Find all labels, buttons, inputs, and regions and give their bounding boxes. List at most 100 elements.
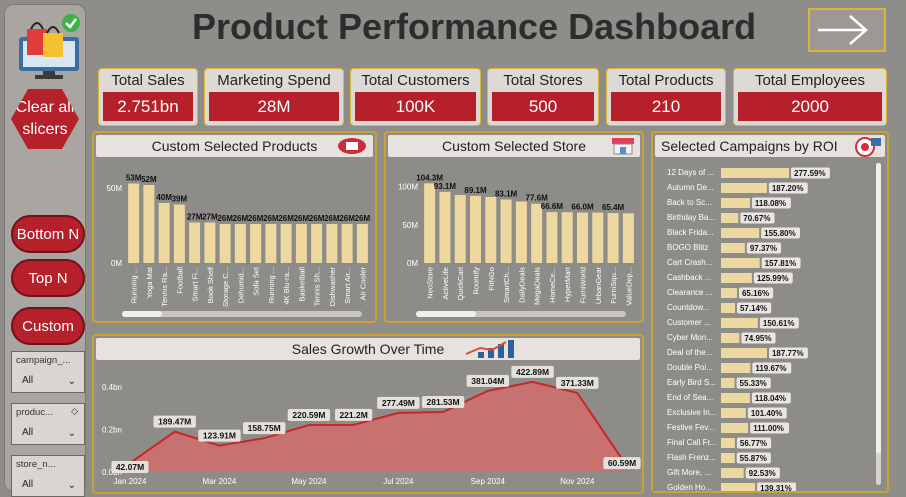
x-tick-label: Tennis Ra...	[160, 267, 169, 307]
data-label: 40M	[156, 193, 172, 202]
target-roi-icon	[855, 137, 881, 157]
store-chart-panel: Custom Selected Store 0M 50M 100M 104.3M Neo…	[384, 131, 644, 323]
data-label: 422.89M	[516, 367, 549, 377]
scrollbar-thumb[interactable]	[876, 163, 881, 453]
y-tick-label: 0M	[407, 259, 418, 268]
x-tick-label: Tennis Sh...	[313, 267, 322, 306]
scrollbar-thumb[interactable]	[122, 311, 162, 317]
bar	[204, 222, 216, 263]
bar	[280, 224, 292, 263]
shop-badge-icon	[338, 138, 366, 154]
shopping-bag-logo-icon	[19, 14, 80, 79]
bar	[173, 204, 185, 263]
category-label: Flash Frenz...	[667, 453, 716, 462]
bar	[189, 222, 201, 263]
data-label: 42.07M	[116, 462, 144, 472]
category-label: Gift More, ...	[667, 468, 711, 477]
bar	[546, 212, 558, 263]
products-chart-panel: Custom Selected Products 0M 50M 53M Running…	[92, 131, 377, 323]
data-label: 26M	[233, 214, 249, 223]
kpi-marketing-spend: Marketing Spend 28M	[204, 68, 344, 126]
clear-all-slicers-button[interactable]: Clear all slicers	[11, 89, 79, 149]
bar	[721, 228, 760, 238]
x-tick-label: Smart Air...	[343, 267, 352, 304]
chevron-down-icon[interactable]: ⌄	[68, 428, 76, 439]
bar	[721, 213, 739, 223]
data-label: 187.20%	[772, 184, 804, 193]
y-tick-label: 100M	[398, 183, 418, 192]
x-tick-label: FurniWorld	[579, 267, 588, 304]
slicer-label: campaign_...	[16, 355, 71, 366]
bar	[721, 333, 740, 343]
y-tick-label: 50M	[106, 184, 122, 193]
custom-button[interactable]: Custom	[11, 307, 85, 345]
bar	[454, 194, 466, 263]
bottom-n-button[interactable]: Bottom N	[11, 215, 85, 253]
data-label: 123.91M	[203, 431, 236, 441]
x-tick-label: Storage C...	[221, 267, 230, 307]
x-tick-label: ActiveLife	[441, 267, 450, 300]
x-tick-label: Sofa Set	[252, 266, 261, 296]
data-label: 277.59%	[794, 169, 826, 178]
bar	[341, 224, 353, 263]
top-n-button[interactable]: Top N	[11, 259, 85, 297]
campaign-slicer[interactable]: campaign_... All ⌄	[11, 351, 85, 393]
data-label: 93.1M	[434, 182, 457, 191]
chevron-down-icon[interactable]: ⌄	[68, 376, 76, 387]
data-label: 70.67%	[743, 214, 770, 223]
x-tick-label: FurniSqu...	[609, 267, 618, 304]
data-label: 26M	[263, 214, 279, 223]
category-label: Exclusive In...	[667, 408, 716, 417]
data-label: 65.4M	[602, 203, 625, 212]
data-label: 139.31%	[760, 484, 792, 491]
category-label: Back to Sc...	[667, 198, 712, 207]
y-tick-label: 0M	[111, 259, 122, 268]
horizontal-scrollbar[interactable]	[122, 311, 362, 317]
category-label: Festive Fev...	[667, 423, 714, 432]
data-label: 26M	[339, 214, 355, 223]
store-slicer[interactable]: store_n... All ⌄	[11, 455, 85, 497]
product-slicer[interactable]: produc... ◇ All ⌄	[11, 403, 85, 445]
bar	[721, 408, 746, 418]
growth-chart-icon	[465, 340, 514, 358]
next-page-button[interactable]	[808, 8, 886, 52]
data-label: 221.2M	[339, 410, 367, 420]
bar	[143, 185, 155, 263]
storefront-icon	[612, 138, 634, 155]
category-label: Deal of the...	[667, 348, 712, 357]
bar	[721, 393, 750, 403]
bar	[424, 183, 436, 263]
eraser-icon[interactable]: ◇	[71, 406, 78, 417]
arrow-right-icon	[818, 15, 868, 45]
category-label: Black Frida...	[667, 228, 714, 237]
data-label: 60.59M	[608, 458, 636, 468]
x-tick-label: Book Shelf	[206, 266, 215, 303]
data-label: 155.80%	[764, 229, 796, 238]
data-label: 26M	[278, 214, 294, 223]
campaigns-roi-bar-chart: 12 Days of ... 277.59% Autumn De... 187.20%…	[667, 167, 830, 491]
bar	[311, 224, 323, 263]
data-label: 158.75M	[248, 423, 281, 433]
category-label: Final Call Fr...	[667, 438, 716, 447]
bar	[500, 199, 512, 263]
horizontal-scrollbar[interactable]	[416, 311, 626, 317]
data-label: 277.49M	[382, 398, 415, 408]
bar	[721, 258, 760, 268]
bar	[485, 196, 497, 263]
x-tick-label: Nov 2024	[560, 477, 595, 486]
vertical-scrollbar[interactable]	[876, 163, 881, 485]
category-label: Cyber Mon...	[667, 333, 713, 342]
category-label: Golden Ho...	[667, 483, 712, 491]
bar	[721, 318, 758, 328]
kpi-value: 100K	[355, 92, 476, 121]
data-label: 111.00%	[753, 424, 784, 433]
scrollbar-thumb[interactable]	[416, 311, 476, 317]
slicer-label: store_n...	[16, 459, 56, 470]
chevron-down-icon[interactable]: ⌄	[68, 480, 76, 491]
x-tick-label: NeoStore	[426, 267, 435, 299]
kpi-total-employees: Total Employees 2000	[733, 68, 887, 126]
data-label: 187.77%	[772, 349, 804, 358]
category-label: Autumn De...	[667, 183, 714, 192]
category-label: Cart Crash...	[667, 258, 712, 267]
x-tick-label: DailyDeals	[517, 267, 526, 303]
